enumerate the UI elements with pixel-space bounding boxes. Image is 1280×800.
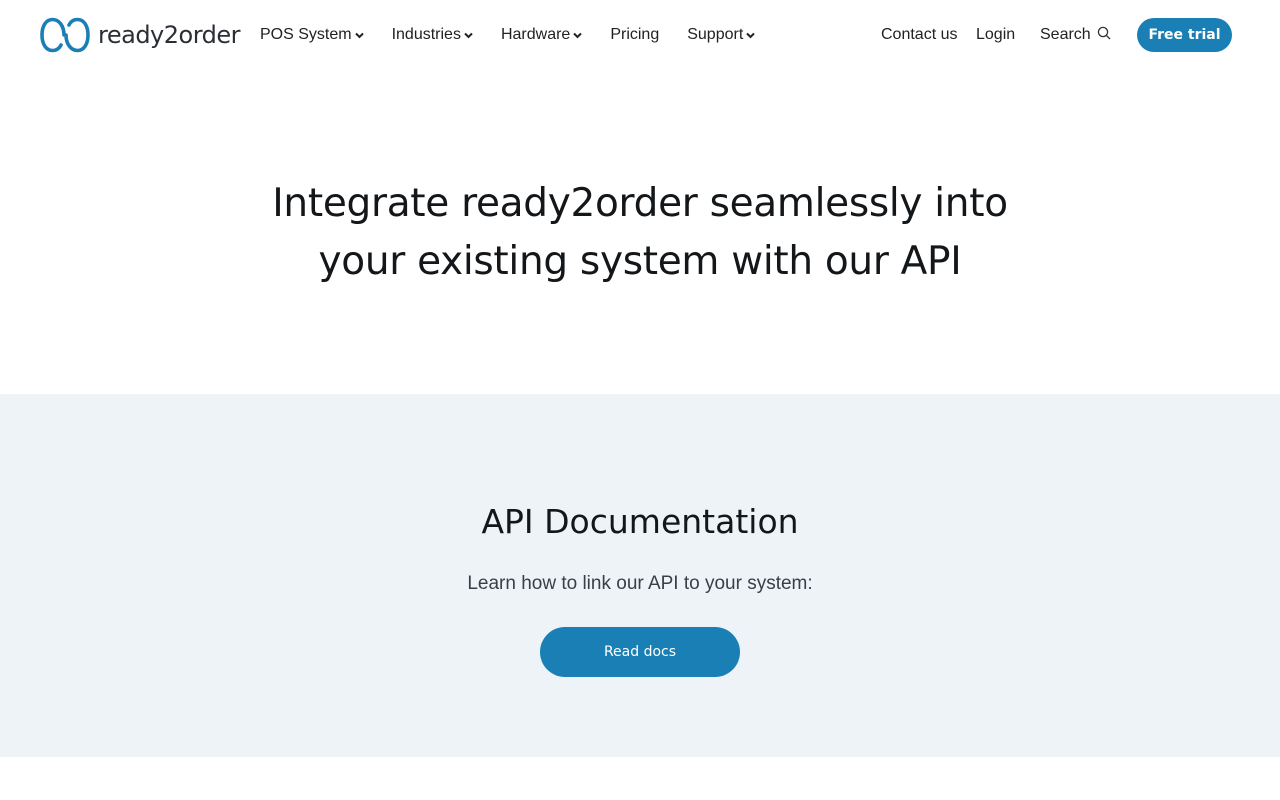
nav-item-label: Industries [391,26,461,43]
nav-item-pos-system[interactable]: POS System [260,26,364,44]
nav-item-hardware[interactable]: Hardware [500,26,583,44]
nav-item-label: Hardware [500,26,571,43]
api-section-subtitle: Learn how to link our API to your system… [467,573,813,594]
hero-title-line-2: your existing system with our API [318,239,962,284]
search-button[interactable]: Search [1040,0,1111,70]
nav-item-industries[interactable]: Industries [392,26,473,44]
contact-us-label: Contact us [881,26,958,43]
interlocking-rings-logo-icon [40,17,90,53]
nav-item-label: Pricing [610,26,660,43]
contact-us-link[interactable]: Contact us [881,0,957,70]
login-label: Login [976,26,1016,43]
search-icon [1097,26,1111,45]
search-label: Search [1040,26,1091,43]
nav-item-label: POS System [260,26,352,43]
login-link[interactable]: Login [976,0,1015,70]
hero-title: Integrate ready2order seamlessly into yo… [240,175,1040,291]
chevron-down-icon [746,26,755,44]
api-documentation-section: API Documentation Learn how to link our … [0,394,1280,757]
brand-name: ready2order [98,21,241,49]
brand-logo[interactable]: ready2order [40,17,241,53]
chevron-down-icon [573,26,583,44]
nav-item-label: Support [687,26,744,43]
read-docs-button[interactable]: Read docs [540,627,740,677]
hero-section: Integrate ready2order seamlessly into yo… [0,70,1280,394]
nav-item-pricing[interactable]: Pricing [610,26,659,44]
main-nav: POS System Industries Hardware Pricing S… [260,0,783,70]
nav-item-support[interactable]: Support [687,26,755,44]
chevron-down-icon [354,26,364,44]
free-trial-button[interactable]: Free trial [1137,18,1232,52]
chevron-down-icon [464,26,473,44]
site-header: ready2order POS System Industries Hardwa… [0,0,1280,70]
api-section-title: API Documentation [481,502,799,541]
hero-title-line-1: Integrate ready2order seamlessly into [272,181,1008,226]
